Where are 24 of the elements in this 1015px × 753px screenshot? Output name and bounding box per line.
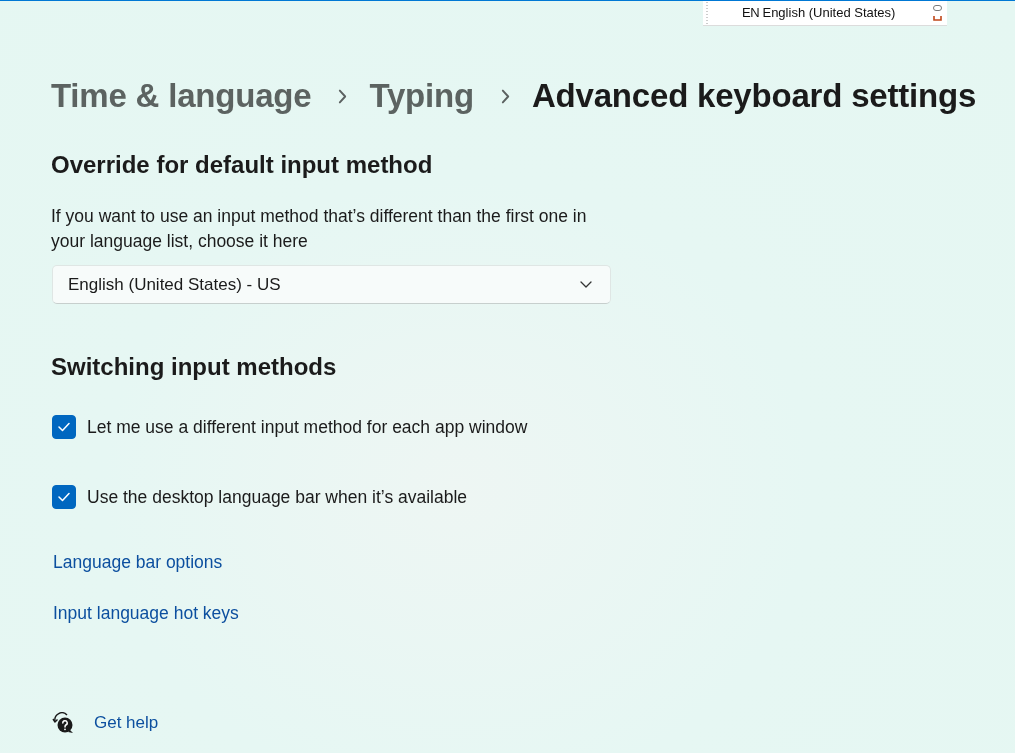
- breadcrumb-link[interactable]: Typing: [369, 77, 474, 115]
- input-method-dropdown[interactable]: English (United States) - US: [52, 265, 611, 304]
- chevron-right-icon: [338, 88, 348, 104]
- language-code[interactable]: EN: [742, 5, 760, 20]
- checkbox[interactable]: [52, 485, 76, 509]
- get-help-link[interactable]: Get help: [94, 712, 159, 734]
- page-title: Advanced keyboard settings: [531, 77, 977, 115]
- checkbox-label[interactable]: Use the desktop language bar when it’s available: [87, 486, 468, 508]
- section-heading: Switching input methods: [51, 352, 338, 382]
- section-heading: Override for default input method: [51, 150, 434, 180]
- language-name[interactable]: English (United States): [762, 5, 896, 20]
- settings-link[interactable]: Language bar options: [53, 551, 223, 573]
- checkmark-icon: [58, 422, 70, 432]
- checkbox[interactable]: [52, 415, 76, 439]
- description-text: If you want to use an input method that’s different than the first one in your language list, choose it here: [51, 205, 588, 253]
- breadcrumb-link[interactable]: Time & language: [51, 77, 312, 115]
- rounded-rectangle-icon[interactable]: [933, 4, 942, 11]
- bracket-icon[interactable]: [933, 15, 942, 21]
- checkmark-icon: [58, 492, 70, 502]
- help-chat-icon: [52, 712, 74, 734]
- chevron-down-icon: [580, 281, 592, 288]
- chevron-right-icon: [500, 88, 510, 104]
- checkbox-label[interactable]: Let me use a different input method for each app window: [87, 416, 528, 438]
- settings-link[interactable]: Input language hot keys: [53, 602, 239, 624]
